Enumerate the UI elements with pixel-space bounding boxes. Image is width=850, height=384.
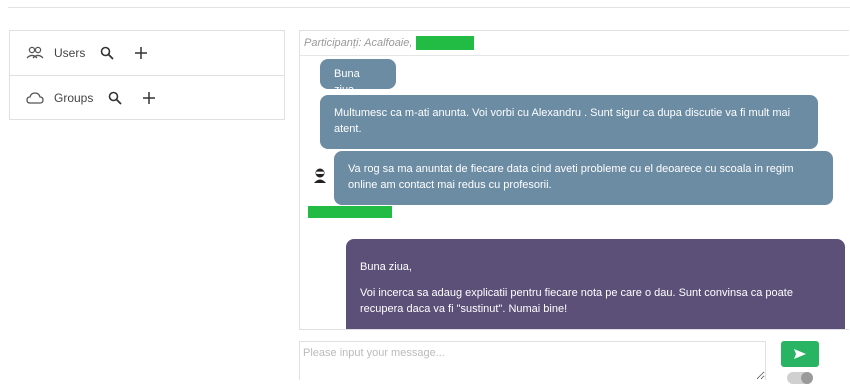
message-bubble: Buna ziua, Voi incerca sa adaug explicat…: [346, 239, 845, 329]
sidebar-item-label: Users: [54, 46, 86, 60]
message-text: Buna ziua,: [334, 68, 360, 96]
toggle-knob: [801, 372, 813, 384]
message-bubble: Buna ziua,: [320, 59, 396, 96]
top-divider: [8, 7, 850, 8]
sidebar-item-users[interactable]: Users: [10, 31, 284, 75]
sidebar-item-label: Groups: [54, 90, 94, 105]
message-bubble: Multumesc ca m-ati anunta. Voi vorbi cu …: [320, 95, 818, 149]
search-users-icon[interactable]: [99, 45, 115, 61]
chat-panel[interactable]: Participanți: Acalfoaie, Buna ziua, Mult…: [299, 30, 849, 330]
message-text: Buna ziua,: [360, 261, 412, 273]
message-text: Voi incerca sa adaug explicatii pentru f…: [360, 287, 793, 315]
sender-name-redacted: [308, 206, 392, 218]
add-group-icon[interactable]: [141, 90, 157, 106]
message-text: Multumesc ca m-ati anunta. Voi vorbi cu …: [334, 107, 791, 135]
search-groups-icon[interactable]: [107, 90, 123, 106]
message-bubble: Va rog sa ma anuntat de fiecare data cin…: [334, 151, 833, 205]
sidebar-item-groups[interactable]: Groups: [10, 75, 284, 119]
message-input[interactable]: [299, 341, 766, 380]
participant-name-redacted: [416, 36, 475, 50]
users-icon: [24, 45, 46, 61]
add-user-icon[interactable]: [133, 45, 149, 61]
message-text: Va rog sa ma anuntat de fiecare data cin…: [348, 163, 794, 191]
cloud-icon: [24, 90, 46, 106]
participants-label: Participanți: Acalfoaie,: [304, 37, 413, 49]
toggle-switch[interactable]: [787, 372, 813, 384]
participants-header: Participanți: Acalfoaie,: [300, 31, 849, 56]
send-button[interactable]: [781, 341, 819, 367]
send-icon: [794, 349, 806, 359]
contacts-panel: Users Groups: [9, 30, 285, 120]
avatar-icon: [313, 168, 327, 184]
